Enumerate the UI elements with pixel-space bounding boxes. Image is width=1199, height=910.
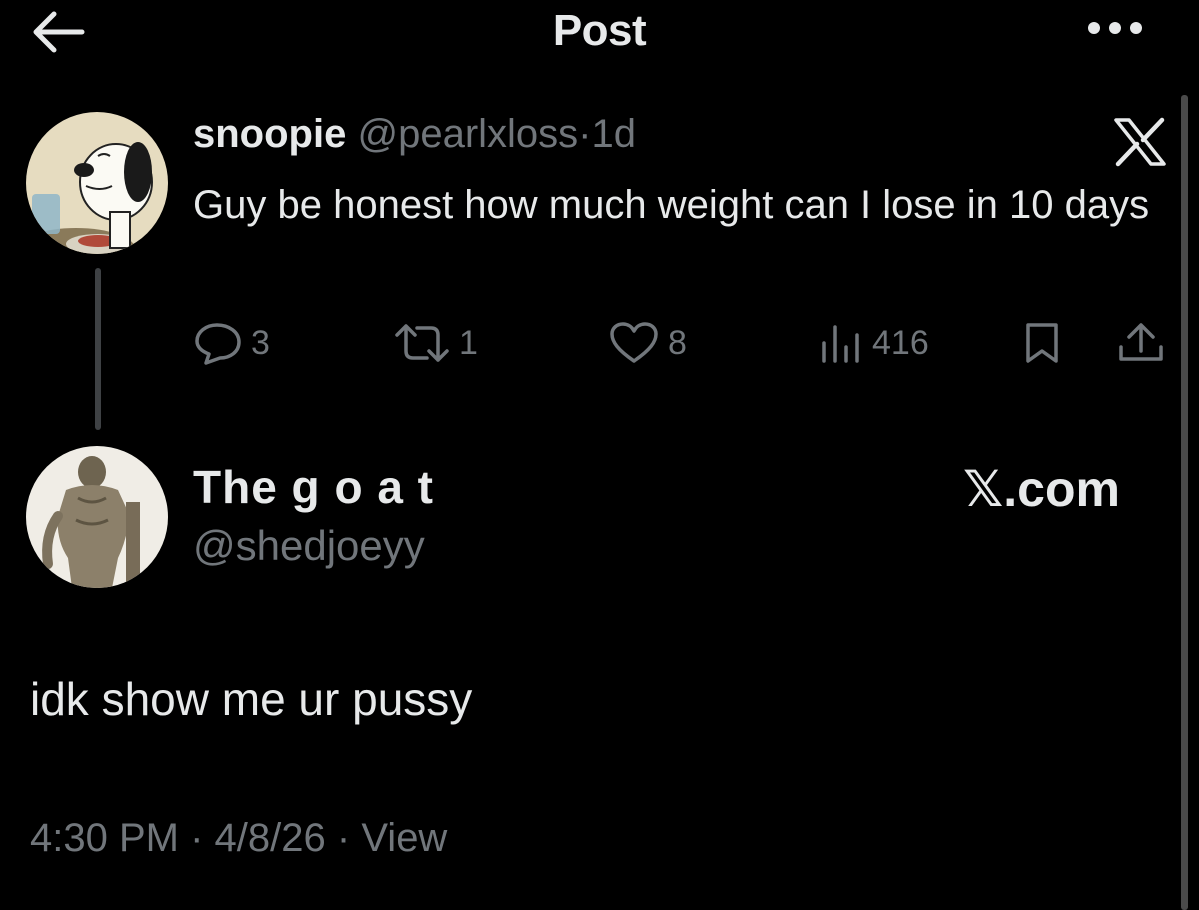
reply-text: idk show me ur pussy: [30, 673, 473, 725]
retweet-icon: [395, 324, 449, 362]
views-button[interactable]: 416: [818, 318, 929, 368]
reply-count: 3: [251, 323, 270, 362]
view-link[interactable]: View: [361, 816, 447, 860]
page-title: Post: [552, 6, 647, 55]
retweet-button[interactable]: 1: [393, 318, 478, 368]
analytics-icon: [822, 325, 859, 363]
snoopy-avatar[interactable]: [26, 112, 168, 254]
bookmark-button[interactable]: [1022, 318, 1062, 368]
like-count: 8: [668, 323, 687, 362]
post-time: 4:30 PM: [30, 816, 179, 860]
share-icon: [1119, 323, 1163, 361]
statue-avatar[interactable]: [26, 446, 168, 588]
author-name[interactable]: snoopie: [193, 112, 346, 156]
reply-icon: [195, 323, 241, 365]
views-count: 416: [872, 323, 929, 362]
xcom-watermark: 𝕏.com: [963, 461, 1120, 517]
more-options-button[interactable]: [1082, 12, 1148, 44]
post-meta: 4:30 PM · 4/8/26 · View: [30, 816, 447, 861]
parent-tweet-text: Guy be honest how much weight can I lose…: [193, 183, 1150, 227]
post-date: 4/8/26: [214, 816, 326, 860]
retweet-count: 1: [459, 323, 478, 362]
thread-connector: [95, 268, 101, 430]
meta-separator: ·: [336, 816, 351, 860]
share-button[interactable]: [1115, 318, 1167, 368]
like-button[interactable]: 8: [608, 318, 687, 368]
reply-button[interactable]: 3: [193, 318, 270, 368]
parent-tweet-header: snoopie @pearlxloss·1d: [193, 112, 636, 157]
tweet-age: 1d: [591, 112, 636, 156]
author-handle[interactable]: @pearlxloss: [357, 112, 578, 156]
more-horizontal-icon: [1088, 22, 1142, 34]
meta-separator: ·: [190, 816, 204, 860]
separator-dot: ·: [578, 112, 592, 156]
heart-icon: [610, 322, 658, 363]
reply-author-name[interactable]: The g o a t: [193, 460, 434, 514]
x-logo-icon: [1112, 117, 1168, 167]
reply-author-handle[interactable]: @shedjoeyy: [193, 522, 425, 570]
bookmark-icon: [1026, 323, 1058, 363]
